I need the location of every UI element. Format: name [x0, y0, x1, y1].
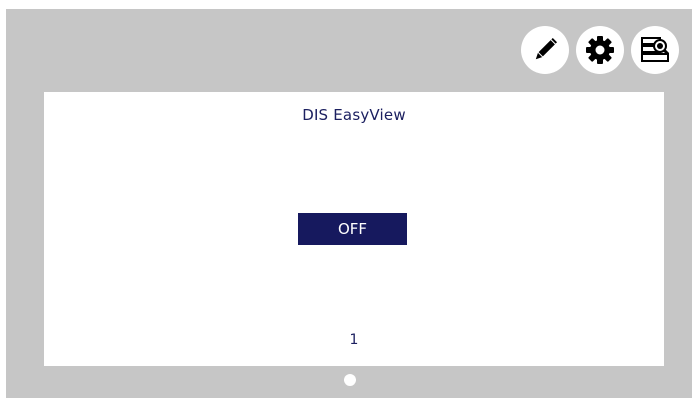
toolbar: [521, 26, 679, 74]
database-search-icon: [641, 37, 670, 62]
screen: DIS EasyView OFF 1: [6, 9, 692, 398]
edit-button[interactable]: [521, 26, 569, 74]
pencil-icon: [535, 37, 558, 60]
page-number: 1: [349, 332, 359, 348]
settings-button[interactable]: [576, 26, 624, 74]
database-search-button[interactable]: [631, 26, 679, 74]
device-panel: DIS EasyView OFF 1: [44, 92, 664, 366]
page-indicator-dot[interactable]: [344, 374, 356, 386]
gear-icon: [586, 36, 614, 64]
on-off-toggle-button[interactable]: OFF: [298, 213, 407, 245]
panel-title: DIS EasyView: [302, 106, 406, 124]
